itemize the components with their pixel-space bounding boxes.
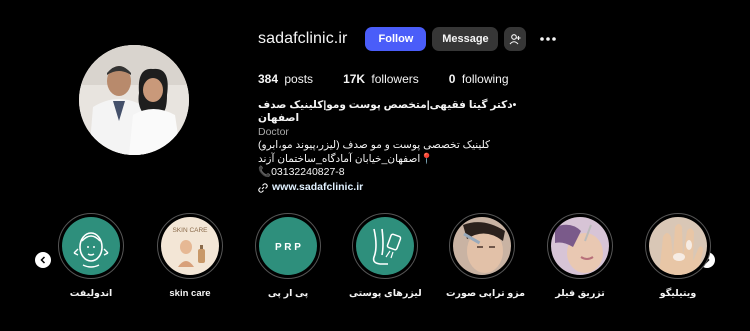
vitiligo-photo [649, 217, 707, 275]
followers-count: 17K [343, 72, 366, 86]
posts-label: posts [284, 72, 314, 86]
highlight-label: مزو تراپی صورت [446, 288, 526, 299]
suggested-accounts-button[interactable] [504, 27, 527, 51]
link-icon [258, 183, 268, 193]
posts-stat: 384 posts [258, 72, 313, 86]
face-lift-icon [62, 217, 120, 275]
following-count: 0 [448, 72, 456, 86]
website-url: www.sadafclinic.ir [272, 181, 364, 194]
bio-full-name: •دکتر گیتا فقیهی|متخصص پوست ومو|کلینیک ص… [258, 99, 517, 125]
profile-header-bar: sadafclinic.ir Follow Message [258, 26, 560, 52]
bio-line-phone: 📞03132240827-8 [258, 166, 345, 179]
highlight-face-mesotherapy[interactable]: مزو تراپی صورت [446, 213, 526, 299]
mesotherapy-photo [453, 217, 511, 275]
highlight-label: skin care [169, 288, 211, 299]
highlight-prp[interactable]: P R P پی ار پی [252, 213, 324, 299]
highlight-vitiligo[interactable]: ویتیلیگو [642, 213, 714, 299]
prp-icon: P R P [259, 217, 317, 275]
skin-care-icon: SKIN CARE [161, 217, 219, 275]
highlight-label: تزریق فیلر [555, 288, 605, 299]
highlight-label: اندولیفت [69, 288, 113, 299]
highlight-label: ویتیلیگو [659, 288, 697, 299]
highlight-filler-injection[interactable]: تزریق فیلر [544, 213, 616, 299]
svg-text:SKIN CARE: SKIN CARE [172, 227, 208, 234]
following-label: following [461, 72, 509, 86]
chevron-left-icon [40, 256, 46, 264]
highlight-label: لیزرهای پوستی [349, 288, 422, 299]
more-dots-icon [540, 37, 557, 41]
highlight-skin-care[interactable]: SKIN CARE skin care [154, 213, 226, 299]
profile-bio: •دکتر گیتا فقیهی|متخصص پوست ومو|کلینیک ص… [258, 99, 558, 195]
laser-leg-icon [356, 217, 414, 275]
bio-website-link[interactable]: www.sadafclinic.ir [258, 181, 558, 194]
profile-stats: 384 posts 17K followers 0 following [258, 72, 539, 86]
svg-text:P R P: P R P [275, 242, 301, 253]
highlight-label: پی ار پی [267, 288, 309, 299]
message-button[interactable]: Message [432, 27, 499, 51]
following-stat[interactable]: 0 following [449, 72, 509, 86]
profile-avatar[interactable] [79, 45, 189, 155]
bio-line-address: 📍اصفهان_خیابان آمادگاه_ساختمان آزند [258, 152, 434, 165]
add-user-icon [510, 34, 521, 45]
followers-label: followers [371, 72, 419, 86]
bio-line-services: کلینیک تخصصی پوست و مو صدف (لیزر،پیوند م… [258, 139, 491, 152]
highlight-endolift[interactable]: اندولیفت [55, 213, 127, 299]
highlight-skin-lasers[interactable]: لیزرهای پوستی [349, 213, 422, 299]
highlights-prev-button[interactable] [35, 252, 51, 268]
bio-category: Doctor [258, 125, 289, 138]
profile-username: sadafclinic.ir [258, 30, 348, 47]
follow-button[interactable]: Follow [365, 27, 427, 51]
more-options-button[interactable] [536, 27, 560, 51]
followers-stat[interactable]: 17K followers [343, 72, 419, 86]
filler-photo [551, 217, 609, 275]
posts-count: 384 [258, 72, 279, 86]
